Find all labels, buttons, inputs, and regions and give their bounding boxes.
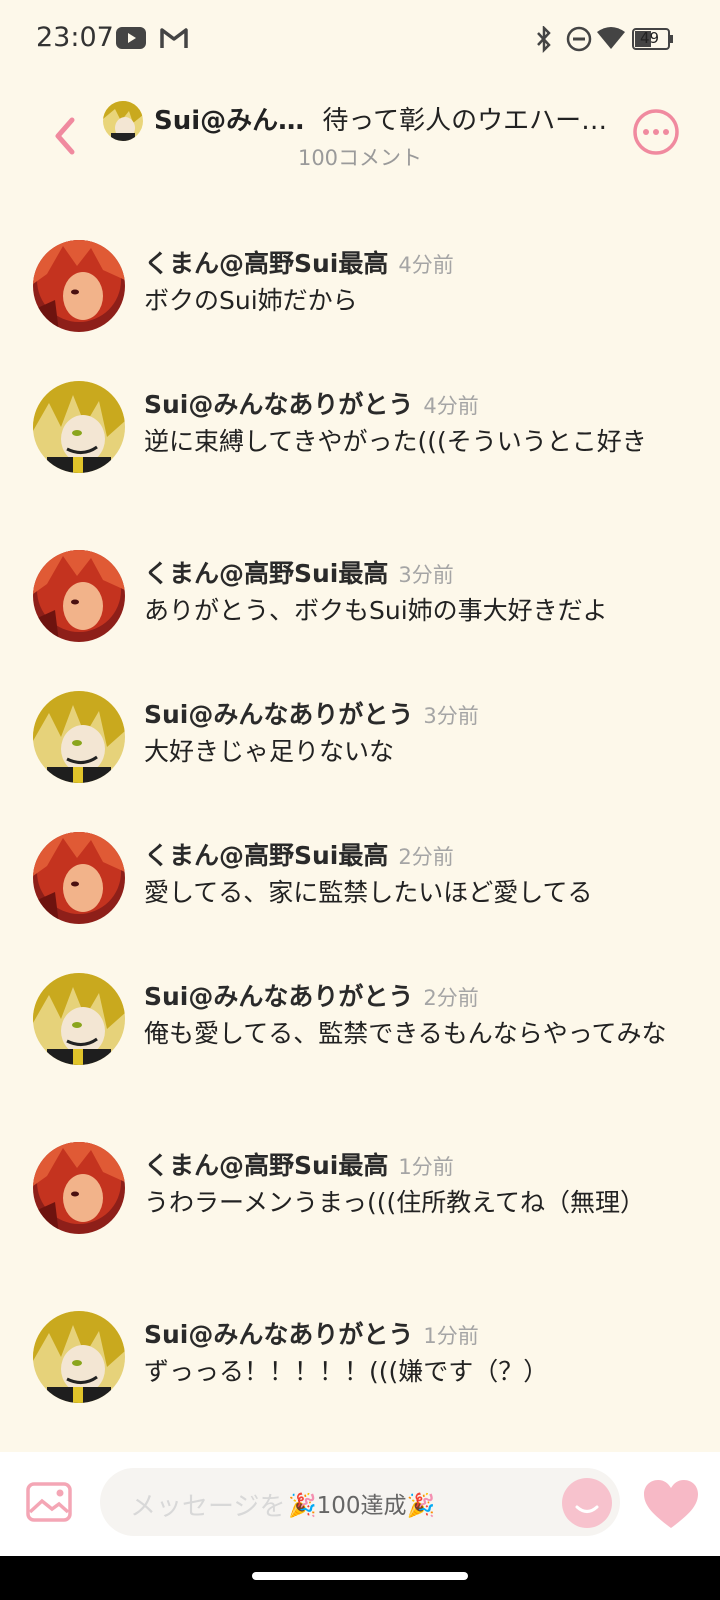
comment-time: 3分前 <box>423 704 479 728</box>
comment-header: くまん@高野Sui最高 1分前 <box>144 1146 454 1182</box>
comment-author[interactable]: Sui@みんなありがとう <box>144 700 413 729</box>
comment-text: 俺も愛してる、監禁できるもんならやってみな <box>144 1019 667 1048</box>
more-button[interactable] <box>632 108 680 156</box>
comment-time: 4分前 <box>423 394 479 418</box>
comment-author[interactable]: くまん@高野Sui最高 <box>144 1151 388 1180</box>
comment-header: Sui@みんなありがとう 2分前 <box>144 977 479 1013</box>
red-hair-avatar[interactable] <box>33 240 125 332</box>
like-button[interactable] <box>642 1478 700 1530</box>
red-hair-avatar[interactable] <box>33 832 125 924</box>
comment-text: 逆に束縛してきやがった(((そういうとこ好き <box>144 427 647 456</box>
comment-header: Sui@みんなありがとう 4分前 <box>144 385 479 421</box>
more-icon <box>633 109 679 155</box>
thread-author-avatar[interactable] <box>103 101 143 141</box>
comment-text: ずっっる！！！！！(((嫌です（？） <box>144 1357 549 1386</box>
comment-author[interactable]: Sui@みんなありがとう <box>144 390 413 419</box>
comment-header: くまん@高野Sui最高 4分前 <box>144 244 454 280</box>
comment-author[interactable]: くまん@高野Sui最高 <box>144 559 388 588</box>
message-placeholder: メッセージを <box>130 1492 286 1522</box>
image-button[interactable] <box>26 1482 72 1522</box>
dnd-icon <box>566 26 592 56</box>
emoji-button[interactable] <box>562 1478 612 1528</box>
comment-header: くまん@高野Sui最高 3分前 <box>144 554 454 590</box>
red-hair-avatar[interactable] <box>33 550 125 642</box>
emoji-icon <box>575 1505 599 1513</box>
thread-title-text: 待って彰人のウエハー… <box>322 106 608 136</box>
comment-author[interactable]: Sui@みんなありがとう <box>144 982 413 1011</box>
yellow-hair-avatar[interactable] <box>33 973 125 1065</box>
comment-time: 4分前 <box>398 253 454 277</box>
gmail-icon <box>160 26 188 54</box>
status-time: 23:07 <box>36 22 114 53</box>
status-bar: 23:07 49 <box>0 0 720 80</box>
milestone-badge: 🎉100達成🎉 <box>288 1493 436 1519</box>
comment-time: 2分前 <box>398 845 454 869</box>
comment-text: うわラーメンうまっ(((住所教えてね（無理） <box>144 1188 646 1217</box>
comment-time: 3分前 <box>398 563 454 587</box>
comment-header: くまん@高野Sui最高 2分前 <box>144 836 454 872</box>
comment-header: Sui@みんなありがとう 1分前 <box>144 1315 479 1351</box>
wifi-icon <box>596 26 626 54</box>
red-hair-avatar[interactable] <box>33 1142 125 1234</box>
comment-time: 1分前 <box>423 1324 479 1348</box>
battery-level: 49 <box>640 29 660 47</box>
comment-author[interactable]: くまん@高野Sui最高 <box>144 841 388 870</box>
battery-icon: 49 <box>632 28 674 54</box>
thread-title: Sui@みん… 待って彰人のウエハー… <box>154 100 614 137</box>
bluetooth-icon <box>534 24 554 58</box>
image-icon <box>26 1482 72 1522</box>
yellow-hair-avatar[interactable] <box>33 1311 125 1403</box>
home-indicator[interactable] <box>252 1572 468 1580</box>
thread-header: Sui@みん… 待って彰人のウエハー… 100コメント <box>0 86 720 186</box>
comment-text: ボクのSui姉だから <box>144 286 358 315</box>
heart-icon <box>644 1480 698 1528</box>
yellow-hair-avatar[interactable] <box>33 691 125 783</box>
comment-text: 大好きじゃ足りないな <box>144 737 395 766</box>
message-input-bar: メッセージを 🎉100達成🎉 <box>0 1452 720 1556</box>
comment-header: Sui@みんなありがとう 3分前 <box>144 695 479 731</box>
comment-time: 1分前 <box>398 1155 454 1179</box>
comment-count: 100コメント <box>297 146 423 170</box>
yellow-hair-avatar[interactable] <box>33 381 125 473</box>
comment-text: ありがとう、ボクもSui姉の事大好きだよ <box>144 596 608 625</box>
comment-author[interactable]: くまん@高野Sui最高 <box>144 249 388 278</box>
comment-text: 愛してる、家に監禁したいほど愛してる <box>144 878 593 907</box>
comment-author[interactable]: Sui@みんなありがとう <box>144 1320 413 1349</box>
youtube-icon <box>116 26 146 54</box>
thread-author: Sui@みん… <box>154 106 305 136</box>
comment-time: 2分前 <box>423 986 479 1010</box>
